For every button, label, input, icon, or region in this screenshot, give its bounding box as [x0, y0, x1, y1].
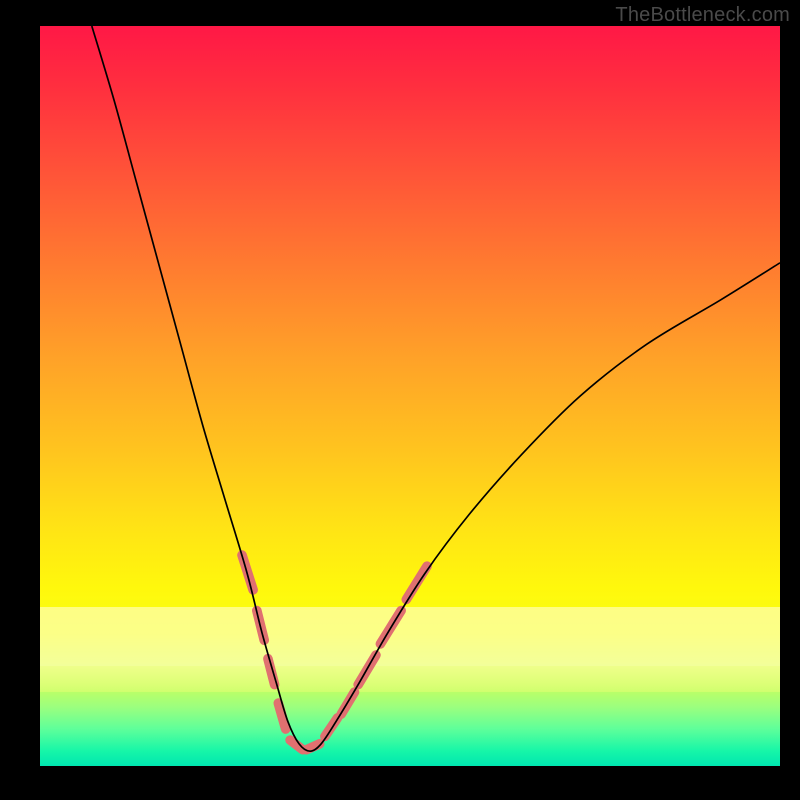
chart-frame: TheBottleneck.com [0, 0, 800, 800]
watermark-text: TheBottleneck.com [615, 4, 790, 27]
plot-area [40, 26, 780, 766]
highlight-dash [406, 566, 427, 599]
chart-svg [40, 26, 780, 766]
highlight-dash-group [242, 555, 427, 750]
highlight-dash [278, 703, 285, 729]
bottleneck-curve [92, 26, 780, 751]
